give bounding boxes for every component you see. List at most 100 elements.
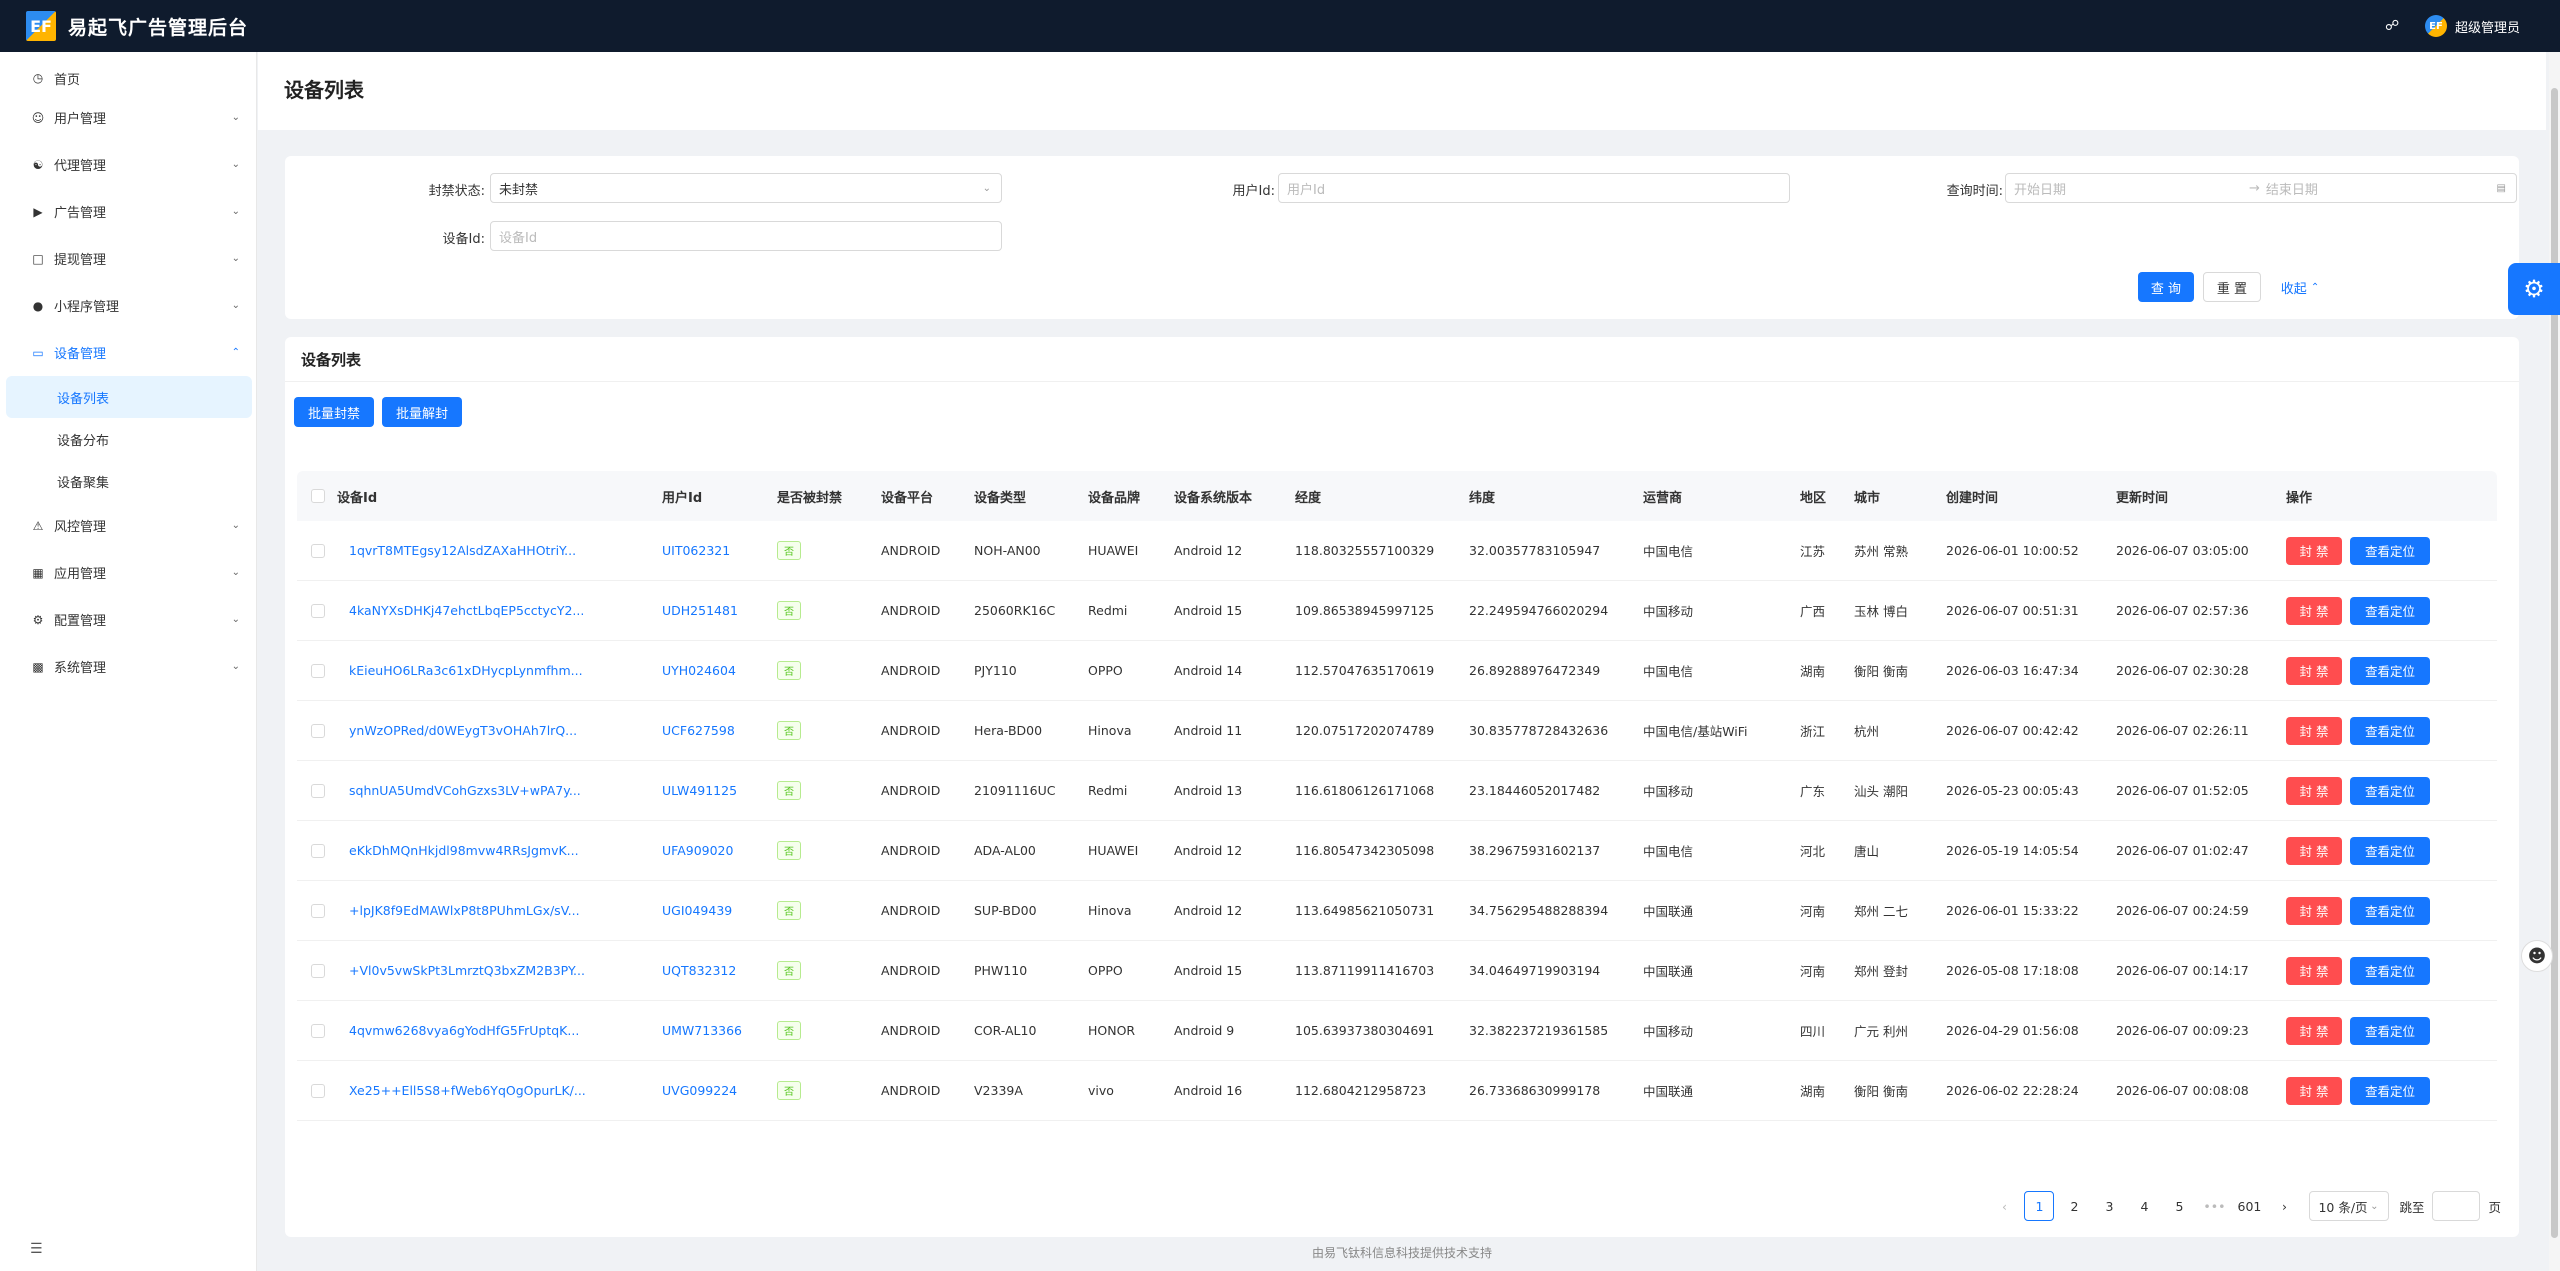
ban-button[interactable]: 封 禁 [2286,1076,2342,1105]
page-size-select[interactable]: 10 条/页 ⌄ [2309,1191,2390,1221]
ban-button[interactable]: 封 禁 [2286,776,2342,805]
view-location-button[interactable]: 查看定位 [2350,776,2430,805]
support-avatar-icon[interactable]: ☻ [2521,940,2553,972]
cell-user-id[interactable]: UCF627598 [658,723,773,738]
view-location-button[interactable]: 查看定位 [2350,836,2430,865]
row-checkbox[interactable] [297,1023,333,1039]
ban-button[interactable]: 封 禁 [2286,716,2342,745]
ban-button[interactable]: 封 禁 [2286,656,2342,685]
ban-button[interactable]: 封 禁 [2286,836,2342,865]
device-id-link[interactable]: 4kaNYXsDHKj47ehctLbqEP5cctycY2... [337,603,584,618]
view-location-button[interactable]: 查看定位 [2350,956,2430,985]
cell-device-id[interactable]: kEieuHO6LRa3c61xDHycpLynmfhm... [333,663,658,678]
page-number[interactable]: 4 [2129,1191,2159,1221]
user-id-link[interactable]: UIT062321 [662,543,730,558]
cell-device-id[interactable]: eKkDhMQnHkjdl98mvw4RRsJgmvK... [333,843,658,858]
sidebar-item-apps[interactable]: ▦ 应用管理 ⌄ [0,549,256,596]
cell-user-id[interactable]: UIT062321 [658,543,773,558]
row-checkbox[interactable] [297,543,333,559]
sidebar-subitem-device-list[interactable]: 设备列表 [6,376,252,418]
jump-page-input[interactable] [2432,1191,2481,1221]
sidebar-item-miniprogram[interactable]: ● 小程序管理 ⌄ [0,282,256,329]
row-checkbox[interactable] [297,723,333,739]
ban-button[interactable]: 封 禁 [2286,536,2342,565]
cell-device-id[interactable]: +Vl0v5vwSkPt3LmrztQ3bxZM2B3PY... [333,963,658,978]
page-scrollbar[interactable] [2549,52,2560,1271]
user-id-link[interactable]: UVG099224 [662,1083,737,1098]
cell-user-id[interactable]: UDH251481 [658,603,773,618]
end-date-input[interactable]: 结束日期 [2266,179,2318,198]
user-id-link[interactable]: UMW713366 [662,1023,742,1038]
cell-device-id[interactable]: 1qvrT8MTEgsy12AlsdZAXaHHOtriY... [333,543,658,558]
device-id-link[interactable]: sqhnUA5UmdVCohGzxs3LV+wPA7y... [337,783,581,798]
user-id-link[interactable]: UGI049439 [662,903,732,918]
sidebar-item-withdraw[interactable]: □ 提现管理 ⌄ [0,235,256,282]
view-location-button[interactable]: 查看定位 [2350,1016,2430,1045]
row-checkbox[interactable] [297,663,333,679]
cell-device-id[interactable]: 4kaNYXsDHKj47ehctLbqEP5cctycY2... [333,603,658,618]
sidebar-subitem-device-distribution[interactable]: 设备分布 [0,418,256,460]
user-id-link[interactable]: UDH251481 [662,603,738,618]
prev-page-icon[interactable]: ‹ [1989,1191,2019,1221]
view-location-button[interactable]: 查看定位 [2350,656,2430,685]
page-number[interactable]: 2 [2059,1191,2089,1221]
cell-user-id[interactable]: UMW713366 [658,1023,773,1038]
user-id-link[interactable]: UFA909020 [662,843,733,858]
ban-button[interactable]: 封 禁 [2286,896,2342,925]
user-id-link[interactable]: UYH024604 [662,663,736,678]
sidebar-item-devices[interactable]: ▭ 设备管理 ⌃ [0,329,256,376]
sidebar-item-config[interactable]: ⚙ 配置管理 ⌄ [0,596,256,643]
date-range-picker[interactable]: 开始日期 → 结束日期 ▤ [2005,173,2517,203]
cell-user-id[interactable]: UFA909020 [658,843,773,858]
start-date-input[interactable]: 开始日期 [2014,179,2249,198]
cell-device-id[interactable]: 4qvmw6268vya6gYodHfG5FrUptqK... [333,1023,658,1038]
ban-button[interactable]: 封 禁 [2286,956,2342,985]
cell-user-id[interactable]: ULW491125 [658,783,773,798]
page-number[interactable]: 3 [2094,1191,2124,1221]
ban-status-select[interactable]: 未封禁 ⌄ [490,173,1002,203]
row-checkbox[interactable] [297,903,333,919]
row-checkbox[interactable] [297,963,333,979]
ban-button[interactable]: 封 禁 [2286,596,2342,625]
page-last[interactable]: 601 [2234,1191,2264,1221]
device-id-link[interactable]: +Vl0v5vwSkPt3LmrztQ3bxZM2B3PY... [337,963,585,978]
view-location-button[interactable]: 查看定位 [2350,536,2430,565]
sidebar-item-home[interactable]: ◷ 首页 [0,62,256,94]
device-id-link[interactable]: 1qvrT8MTEgsy12AlsdZAXaHHOtriY... [337,543,576,558]
query-button[interactable]: 查 询 [2138,272,2194,302]
view-location-button[interactable]: 查看定位 [2350,896,2430,925]
ban-button[interactable]: 封 禁 [2286,1016,2342,1045]
cell-device-id[interactable]: sqhnUA5UmdVCohGzxs3LV+wPA7y... [333,783,658,798]
sidebar-item-risk[interactable]: ⚠ 风控管理 ⌄ [0,502,256,549]
user-id-input[interactable]: 用户Id [1278,173,1790,203]
device-id-input[interactable]: 设备Id [490,221,1002,251]
sidebar-item-system[interactable]: ▩ 系统管理 ⌄ [0,643,256,690]
device-id-link[interactable]: +lpJK8f9EdMAWlxP8t8PUhmLGx/sV... [337,903,580,918]
view-location-button[interactable]: 查看定位 [2350,716,2430,745]
notification-icon[interactable]: ☍ [2385,18,2401,34]
user-id-link[interactable]: UCF627598 [662,723,735,738]
device-id-link[interactable]: kEieuHO6LRa3c61xDHycpLynmfhm... [337,663,583,678]
batch-ban-button[interactable]: 批量封禁 [294,397,374,427]
sidebar-subitem-device-cluster[interactable]: 设备聚集 [0,460,256,502]
view-location-button[interactable]: 查看定位 [2350,596,2430,625]
settings-fab[interactable]: ⚙ [2508,263,2560,315]
cell-device-id[interactable]: +lpJK8f9EdMAWlxP8t8PUhmLGx/sV... [333,903,658,918]
cell-device-id[interactable]: ynWzOPRed/d0WEygT3vOHAh7lrQ... [333,723,658,738]
device-id-link[interactable]: eKkDhMQnHkjdl98mvw4RRsJgmvK... [337,843,579,858]
cell-user-id[interactable]: UVG099224 [658,1083,773,1098]
batch-unban-button[interactable]: 批量解封 [382,397,462,427]
view-location-button[interactable]: 查看定位 [2350,1076,2430,1105]
row-checkbox[interactable] [297,603,333,619]
scrollbar-thumb[interactable] [2551,88,2558,1238]
user-id-link[interactable]: UQT832312 [662,963,736,978]
page-number[interactable]: 1 [2024,1191,2055,1221]
user-id-link[interactable]: ULW491125 [662,783,737,798]
device-id-link[interactable]: Xe25++Ell5S8+fWeb6YqOgOpurLK/... [337,1083,586,1098]
collapse-toggle[interactable]: 收起 ⌃ [2270,272,2330,302]
row-checkbox[interactable] [297,843,333,859]
sidebar-item-ads[interactable]: ▶ 广告管理 ⌄ [0,188,256,235]
reset-button[interactable]: 重 置 [2203,272,2261,302]
page-ellipsis[interactable]: ••• [2199,1191,2229,1221]
device-id-link[interactable]: 4qvmw6268vya6gYodHfG5FrUptqK... [337,1023,579,1038]
